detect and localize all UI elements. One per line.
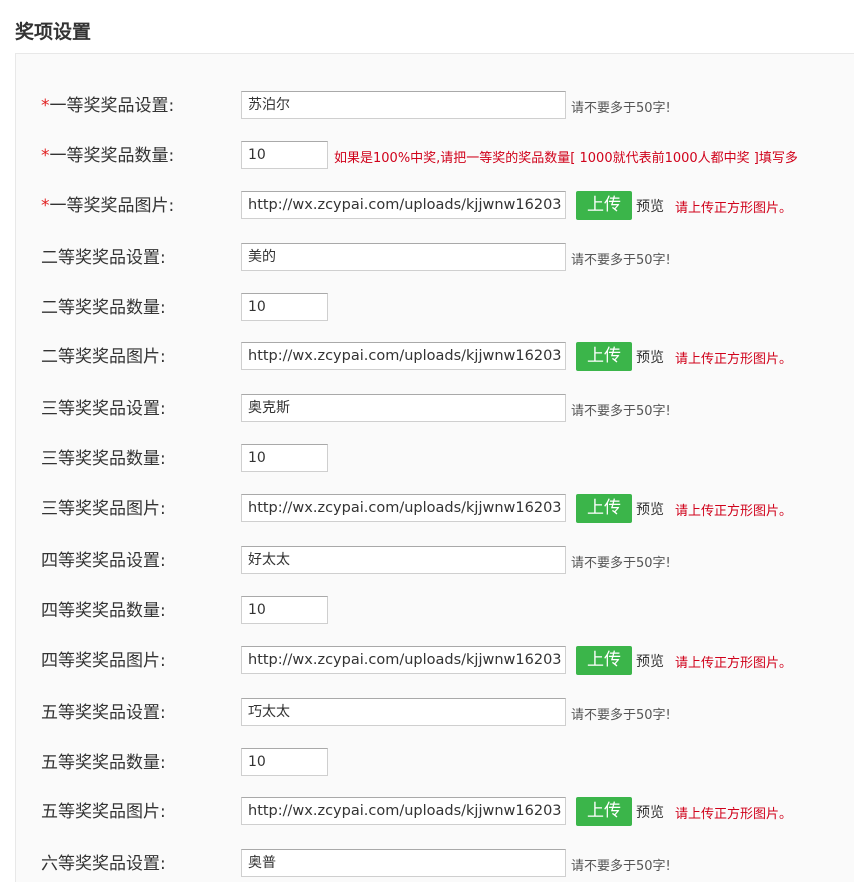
prize-2-name-hint: 请不要多于50字!: [571, 253, 671, 268]
prize-5-name-label: 五等奖奖品设置:: [41, 703, 166, 723]
prize-1-qty-row: *一等奖奖品数量: 10 如果是100%中奖,请把一等奖的奖品数量[ 1000就…: [16, 141, 854, 171]
prize-2-qty-row: 二等奖奖品数量: 10: [16, 293, 854, 323]
prize-5-name-row: 五等奖奖品设置: 巧太太 请不要多于50字!: [16, 698, 854, 728]
prize-2-preview-link[interactable]: 预览: [636, 347, 664, 367]
prize-2-name-label: 二等奖奖品设置:: [41, 248, 166, 268]
prize-5-name-hint: 请不要多于50字!: [571, 708, 671, 723]
prize-3-image-hint: 请上传正方形图片。: [675, 504, 793, 519]
prize-2-qty-label: 二等奖奖品数量:: [41, 298, 166, 318]
prize-4-upload-button[interactable]: 上传: [576, 646, 632, 675]
prize-5-image-label: 五等奖奖品图片:: [41, 802, 166, 822]
prize-2-image-hint: 请上传正方形图片。: [675, 352, 793, 367]
prize-3-preview-link[interactable]: 预览: [636, 499, 664, 519]
prize-4-name-hint: 请不要多于50字!: [571, 556, 671, 571]
prize-1-name-label: *一等奖奖品设置:: [41, 96, 175, 116]
prize-1-qty-label: *一等奖奖品数量:: [41, 146, 175, 166]
prize-4-qty-label: 四等奖奖品数量:: [41, 601, 166, 621]
prize-1-image-hint: 请上传正方形图片。: [675, 201, 793, 216]
prize-4-image-label: 四等奖奖品图片:: [41, 651, 166, 671]
prize-5-preview-link[interactable]: 预览: [636, 802, 664, 822]
prize-4-image-hint: 请上传正方形图片。: [675, 656, 793, 671]
prize-1-image-label: *一等奖奖品图片:: [41, 196, 175, 216]
prize-3-name-row: 三等奖奖品设置: 奥克斯 请不要多于50字!: [16, 394, 854, 424]
prize-3-image-row: 三等奖奖品图片: http://wx.zcypai.com/uploads/kj…: [16, 494, 854, 524]
prize-1-name-hint: 请不要多于50字!: [571, 101, 671, 116]
prize-5-image-row: 五等奖奖品图片: http://wx.zcypai.com/uploads/kj…: [16, 797, 854, 827]
prize-4-qty-input[interactable]: 10: [241, 596, 328, 624]
prize-5-image-hint: 请上传正方形图片。: [675, 807, 793, 822]
prize-1-qty-hint: 如果是100%中奖,请把一等奖的奖品数量[ 1000就代表前1000人都中奖 ]…: [334, 151, 798, 166]
prize-2-qty-input[interactable]: 10: [241, 293, 328, 321]
prize-4-qty-row: 四等奖奖品数量: 10: [16, 596, 854, 626]
prize-3-qty-label: 三等奖奖品数量:: [41, 449, 166, 469]
prize-2-name-input[interactable]: 美的: [241, 243, 566, 271]
prize-6-name-row: 六等奖奖品设置: 奥普 请不要多于50字!: [16, 849, 854, 879]
prize-3-qty-input[interactable]: 10: [241, 444, 328, 472]
prize-5-qty-label: 五等奖奖品数量:: [41, 753, 166, 773]
prize-1-qty-input[interactable]: 10: [241, 141, 328, 169]
prize-1-preview-link[interactable]: 预览: [636, 196, 664, 216]
prize-5-name-input[interactable]: 巧太太: [241, 698, 566, 726]
prize-5-qty-row: 五等奖奖品数量: 10: [16, 748, 854, 778]
prize-3-upload-button[interactable]: 上传: [576, 494, 632, 523]
prize-4-preview-link[interactable]: 预览: [636, 651, 664, 671]
prize-1-upload-button[interactable]: 上传: [576, 191, 632, 220]
prize-4-name-row: 四等奖奖品设置: 好太太 请不要多于50字!: [16, 546, 854, 576]
prize-3-name-hint: 请不要多于50字!: [571, 404, 671, 419]
prize-2-upload-button[interactable]: 上传: [576, 342, 632, 371]
prize-4-name-input[interactable]: 好太太: [241, 546, 566, 574]
prize-1-image-url-input[interactable]: http://wx.zcypai.com/uploads/kjjwnw16203: [241, 191, 566, 219]
prize-2-name-row: 二等奖奖品设置: 美的 请不要多于50字!: [16, 243, 854, 273]
prize-6-name-input[interactable]: 奥普: [241, 849, 566, 877]
prize-3-image-url-input[interactable]: http://wx.zcypai.com/uploads/kjjwnw16203: [241, 494, 566, 522]
prize-1-name-input[interactable]: 苏泊尔: [241, 91, 566, 119]
prize-3-name-label: 三等奖奖品设置:: [41, 399, 166, 419]
prize-3-name-input[interactable]: 奥克斯: [241, 394, 566, 422]
prize-4-image-url-input[interactable]: http://wx.zcypai.com/uploads/kjjwnw16203: [241, 646, 566, 674]
prize-1-image-row: *一等奖奖品图片: http://wx.zcypai.com/uploads/k…: [16, 191, 854, 221]
prize-6-name-hint: 请不要多于50字!: [571, 859, 671, 874]
prize-2-image-label: 二等奖奖品图片:: [41, 347, 166, 367]
required-mark: *: [41, 96, 50, 116]
prize-5-upload-button[interactable]: 上传: [576, 797, 632, 826]
prize-4-image-row: 四等奖奖品图片: http://wx.zcypai.com/uploads/kj…: [16, 646, 854, 676]
section-title: 奖项设置: [15, 21, 92, 43]
prize-6-name-label: 六等奖奖品设置:: [41, 854, 166, 874]
prize-2-image-url-input[interactable]: http://wx.zcypai.com/uploads/kjjwnw16203: [241, 342, 566, 370]
prize-5-image-url-input[interactable]: http://wx.zcypai.com/uploads/kjjwnw16203: [241, 797, 566, 825]
prize-3-qty-row: 三等奖奖品数量: 10: [16, 444, 854, 474]
required-mark: *: [41, 146, 50, 166]
required-mark: *: [41, 196, 50, 216]
prize-settings-panel: *一等奖奖品设置: 苏泊尔 请不要多于50字! *一等奖奖品数量: 10 如果是…: [15, 53, 854, 882]
prize-2-image-row: 二等奖奖品图片: http://wx.zcypai.com/uploads/kj…: [16, 342, 854, 372]
prize-1-name-row: *一等奖奖品设置: 苏泊尔 请不要多于50字!: [16, 91, 854, 121]
prize-5-qty-input[interactable]: 10: [241, 748, 328, 776]
prize-4-name-label: 四等奖奖品设置:: [41, 551, 166, 571]
prize-3-image-label: 三等奖奖品图片:: [41, 499, 166, 519]
